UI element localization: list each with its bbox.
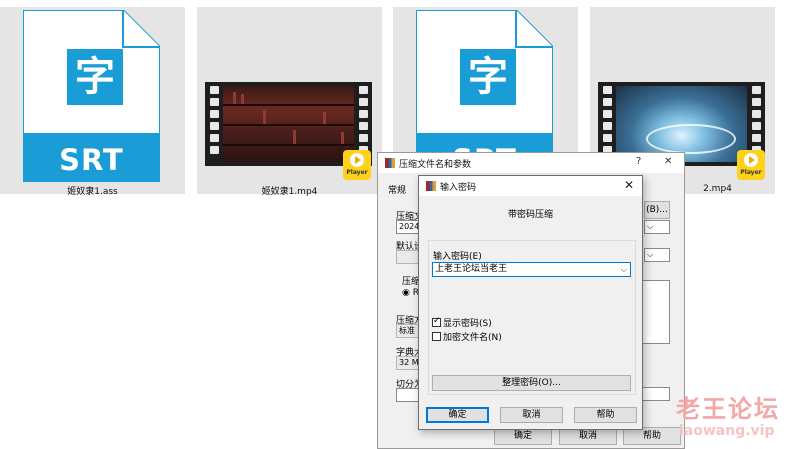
close-icon[interactable]: ✕ <box>624 178 634 192</box>
video-frame <box>616 86 747 162</box>
winrar-icon <box>385 158 395 168</box>
dialog-heading: 带密码压缩 <box>507 210 553 220</box>
password-label: 输入密码(E) <box>433 252 482 262</box>
srt-type-label: SRT <box>59 143 124 177</box>
player-app-icon: Player <box>343 150 371 180</box>
dialog-title: 输入密码 <box>440 183 477 193</box>
player-app-icon: Player <box>737 150 765 180</box>
chevron-down-icon[interactable]: ⌵ <box>621 263 627 276</box>
browse-button[interactable]: (B)... <box>644 201 670 219</box>
organize-passwords-button[interactable]: 整理密码(O)... <box>432 375 631 391</box>
password-setting-field[interactable] <box>640 387 670 401</box>
cancel-button[interactable]: 取消 <box>500 407 563 423</box>
help-button[interactable]: 帮助 <box>574 407 637 423</box>
close-icon[interactable]: ✕ <box>664 156 672 167</box>
show-password-checkbox[interactable]: 显示密码(S) <box>432 316 492 330</box>
help-icon[interactable]: ? <box>636 156 641 167</box>
subtitle-char-icon: 字 <box>460 49 516 105</box>
file-tile-mp4[interactable]: Player 姬奴隶1.mp4 <box>197 7 382 197</box>
ok-button[interactable]: 确定 <box>426 407 489 423</box>
checkbox-icon <box>432 316 441 327</box>
archive-name-dropdown[interactable]: ⌵ <box>644 220 670 234</box>
dialog-title: 压缩文件名和参数 <box>399 160 472 170</box>
srt-file-icon: 字 SRT <box>23 10 160 182</box>
checkbox-icon <box>432 332 441 341</box>
update-mode-dropdown[interactable]: ⌵ <box>644 248 670 262</box>
watermark-text: 老王论坛 <box>676 395 780 423</box>
password-value: 上老王论坛当老王 <box>435 264 508 274</box>
winrar-icon <box>426 181 436 191</box>
video-frame <box>223 86 354 162</box>
password-input[interactable]: 上老王论坛当老王 ⌵ <box>432 262 631 277</box>
options-box <box>640 280 670 344</box>
file-name: 姬奴隶1.mp4 <box>261 187 318 197</box>
tab-general[interactable]: 常规 <box>388 183 406 196</box>
file-tile-ass[interactable]: 字 SRT 姬奴隶1.ass <box>0 7 185 197</box>
password-dialog: 输入密码 ✕ 带密码压缩 输入密码(E) 上老王论坛当老王 ⌵ 显示密码(S) … <box>418 175 643 430</box>
dialog-titlebar[interactable]: 压缩文件名和参数 ? ✕ <box>378 153 684 173</box>
file-name: 姬奴隶1.ass <box>67 187 118 197</box>
subtitle-char-icon: 字 <box>67 49 123 105</box>
watermark-url: laowang.vip <box>679 423 775 439</box>
encrypt-names-checkbox[interactable]: 加密文件名(N) <box>432 332 502 344</box>
dialog-titlebar[interactable]: 输入密码 ✕ <box>419 176 642 196</box>
